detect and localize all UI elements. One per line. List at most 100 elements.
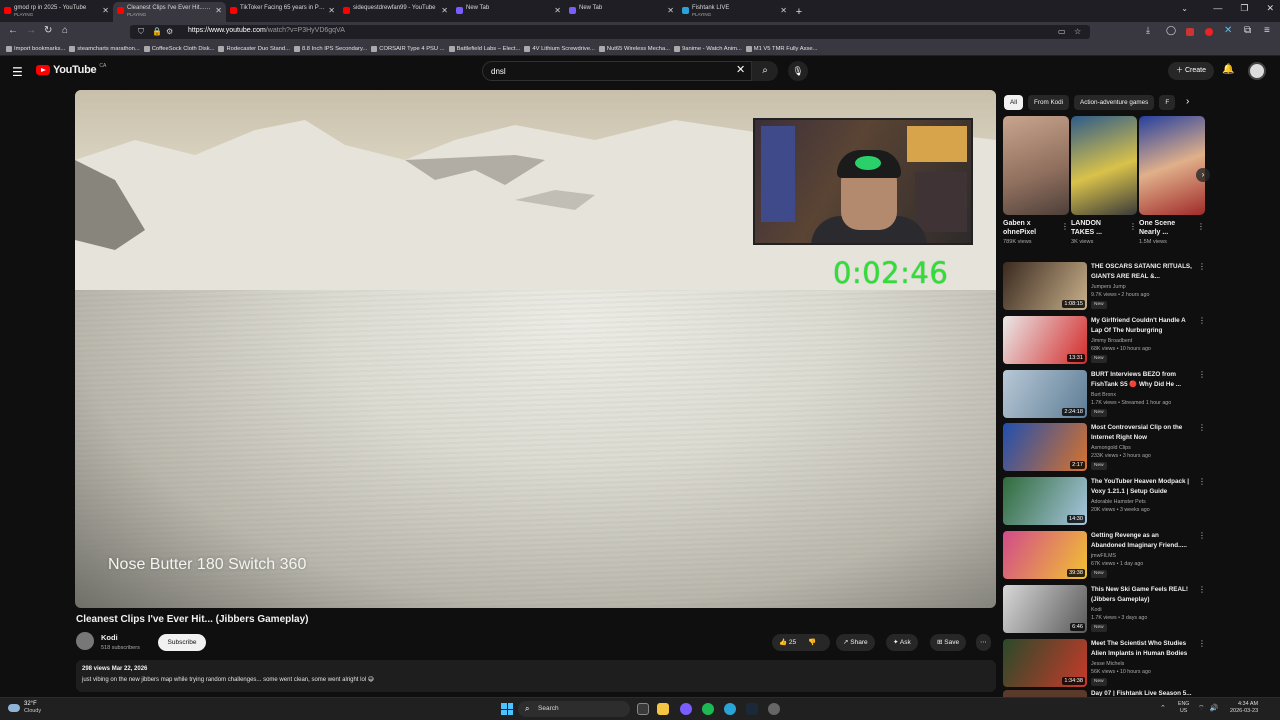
new-tab-button[interactable]: + — [791, 2, 807, 22]
more-vertical-icon[interactable]: ⋮ — [1198, 585, 1206, 594]
hamburger-menu-icon[interactable]: ☰ — [12, 65, 23, 79]
close-tab-icon[interactable]: ✕ — [780, 6, 787, 15]
video-thumbnail[interactable]: 6:46 — [1003, 584, 1087, 633]
bookmark-item[interactable]: 8.8 Inch IPS Secondary... — [293, 45, 367, 52]
close-tab-icon[interactable]: ✕ — [554, 6, 561, 15]
account-icon[interactable]: ◯ — [1166, 25, 1176, 36]
video-thumbnail[interactable]: 1:34:38 — [1003, 638, 1087, 687]
more-vertical-icon[interactable]: ⋮ — [1061, 222, 1069, 231]
bookmark-item[interactable]: 4V Lithium Screwdrive... — [524, 45, 595, 52]
more-vertical-icon[interactable]: ⋮ — [1198, 316, 1206, 325]
recommended-video[interactable]: 39:38 Getting Revenge as an Abandoned Ima… — [1003, 531, 1209, 581]
more-vertical-icon[interactable]: ⋮ — [1198, 477, 1206, 486]
browser-tab[interactable]: Cleanest Clips I've Ever Hit... (Ji PLAYI… — [113, 2, 226, 22]
more-vertical-icon[interactable]: ⋮ — [1198, 370, 1206, 379]
recommended-video[interactable]: 2:24:18 BURT Interviews BEZO from FishTan… — [1003, 369, 1209, 420]
browser-tab[interactable]: Fishtank LIVE PLAYING ✕ — [678, 2, 791, 22]
youtube-logo[interactable]: YouTube CA — [36, 63, 106, 76]
extensions-puzzle-icon[interactable]: ⧉ — [1244, 25, 1251, 36]
save-button[interactable]: ⊞ Save — [930, 634, 967, 651]
short-thumbnail[interactable] — [1139, 116, 1205, 215]
extension-translate-icon[interactable]: ✕ — [1224, 25, 1232, 36]
chips-next-icon[interactable]: › — [1186, 96, 1189, 107]
bookmark-item[interactable]: 9anime - Watch Anim... — [674, 45, 742, 52]
recommended-video[interactable]: 1:34:38 Meet The Scientist Who Studies Al… — [1003, 638, 1209, 689]
permissions-icon[interactable]: ⚙ — [166, 27, 173, 36]
video-title[interactable]: Meet The Scientist Who Studies Alien Imp… — [1091, 639, 1195, 659]
search-button[interactable]: ⌕ — [752, 61, 778, 81]
shield-icon[interactable]: ⛉ — [138, 27, 144, 37]
back-icon[interactable]: ← — [8, 25, 18, 36]
home-icon[interactable]: ⌂ — [62, 25, 68, 36]
close-tab-icon[interactable]: ✕ — [102, 6, 109, 15]
filter-chip[interactable]: From Kodi — [1028, 95, 1070, 110]
channel-name[interactable]: Jimmy Broadbent — [1091, 338, 1132, 344]
volume-icon[interactable]: 🔊 — [1210, 704, 1219, 713]
recommended-video[interactable]: 2:17 Most Controversial Clip on the Inter… — [1003, 423, 1209, 473]
video-title[interactable]: BURT Interviews BEZO from FishTank S5 🔴 … — [1091, 370, 1195, 390]
short-thumbnail[interactable] — [1003, 116, 1069, 215]
voice-search-button[interactable]: 🎙 — [788, 61, 808, 81]
filter-chip[interactable]: F — [1159, 95, 1176, 110]
create-button[interactable]: ＋ Create — [1168, 62, 1214, 80]
share-button[interactable]: ↗ Share — [836, 634, 875, 651]
more-vertical-icon[interactable]: ⋮ — [1129, 222, 1137, 231]
lock-icon[interactable]: 🔒 — [152, 27, 162, 36]
bookmark-item[interactable]: steamcharts marathon... — [69, 45, 140, 52]
reader-view-icon[interactable]: ▭ — [1058, 27, 1066, 36]
video-title[interactable]: The YouTuber Heaven Modpack | Voxy 1.21.… — [1091, 477, 1195, 497]
short-card[interactable]: Gaben x ohnePixel 789K views ⋮ — [1003, 116, 1069, 245]
menu-icon[interactable]: ≡ — [1264, 25, 1270, 36]
extension-record-icon[interactable] — [1205, 28, 1213, 36]
more-vertical-icon[interactable]: ⋮ — [1198, 639, 1206, 648]
close-tab-icon[interactable]: ✕ — [667, 6, 674, 15]
close-tab-icon[interactable]: ✕ — [215, 6, 222, 15]
tab-list-chevron-icon[interactable]: ⌄ — [1181, 4, 1188, 13]
filter-chip[interactable]: Action-adventure games — [1074, 95, 1155, 110]
video-title[interactable]: This New Ski Game Feels REAL! (Jibbers G… — [1091, 585, 1195, 605]
bookmark-item[interactable]: Nut65 Wireless Mecha... — [598, 45, 670, 52]
channel-name[interactable]: jmwFILMS — [1091, 553, 1116, 559]
task-view-icon[interactable] — [637, 703, 649, 715]
video-player[interactable]: 0:02:46 Nose Butter 180 Switch 360 — [75, 90, 996, 608]
video-thumbnail[interactable]: 14:30 — [1003, 477, 1087, 526]
bookmark-item[interactable]: Battlefield Labs – Elect... — [448, 45, 520, 52]
close-window-icon[interactable]: ✕ — [1266, 3, 1274, 14]
filter-chip[interactable]: All — [1004, 95, 1023, 110]
bookmark-item[interactable]: Rodecaster Duo Stand... — [218, 45, 290, 52]
shorts-next-icon[interactable]: › — [1196, 168, 1210, 182]
short-title[interactable]: Gaben x ohnePixel — [1003, 219, 1057, 237]
taskbar-search[interactable]: Search — [518, 701, 630, 717]
bookmark-item[interactable]: M1 V5 TMR Fully Asse... — [745, 45, 817, 52]
bookmark-star-icon[interactable]: ☆ — [1074, 27, 1081, 36]
short-title[interactable]: LANDON TAKES ... — [1071, 219, 1125, 237]
recommended-video[interactable]: 14:30 The YouTuber Heaven Modpack | Voxy … — [1003, 477, 1209, 527]
channel-name[interactable]: Kodi — [101, 633, 118, 642]
firefox-app-icon[interactable] — [680, 703, 692, 715]
account-avatar[interactable] — [1248, 62, 1266, 80]
browser-tab[interactable]: sidequestdrewfan99 - YouTube ✕ — [339, 2, 452, 22]
settings-gear-icon[interactable] — [768, 703, 780, 715]
steam-icon[interactable] — [746, 703, 758, 715]
clock[interactable]: 4:34 AM 2026-03-23 — [1230, 701, 1258, 715]
video-thumbnail[interactable]: 2:17 — [1003, 423, 1087, 472]
windows-start-icon[interactable] — [501, 703, 513, 715]
file-explorer-icon[interactable] — [657, 703, 669, 715]
partial-recommendation-title[interactable]: Day 07 | Fishtank Live Season 5... — [1091, 690, 1201, 696]
wifi-icon[interactable]: ⌔ — [1198, 704, 1205, 713]
subscribe-button[interactable]: Subscribe — [158, 634, 206, 651]
more-vertical-icon[interactable]: ⋮ — [1198, 531, 1206, 540]
close-tab-icon[interactable]: ✕ — [328, 6, 335, 15]
short-title[interactable]: One Scene Nearly ... — [1139, 219, 1193, 237]
short-card[interactable]: LANDON TAKES ... 3K views ⋮ — [1071, 116, 1137, 245]
channel-name[interactable]: Asmongold Clips — [1091, 445, 1131, 451]
ask-button[interactable]: ✦ Ask — [886, 634, 918, 651]
video-thumbnail[interactable]: 1:08:15 — [1003, 262, 1087, 310]
address-bar[interactable]: ⛉ 🔒 ⚙ https://www.youtube.com/watch?v=P3… — [130, 25, 1090, 39]
video-title[interactable]: Getting Revenge as an Abandoned Imaginar… — [1091, 531, 1195, 551]
browser-tab[interactable]: TikToker Facing 65 years in Priso ✕ — [226, 2, 339, 22]
video-thumbnail[interactable]: 2:24:18 — [1003, 369, 1087, 418]
channel-avatar[interactable] — [76, 632, 94, 650]
partial-recommendation-thumb[interactable] — [1003, 690, 1087, 697]
clear-search-icon[interactable]: ✕ — [736, 63, 745, 76]
